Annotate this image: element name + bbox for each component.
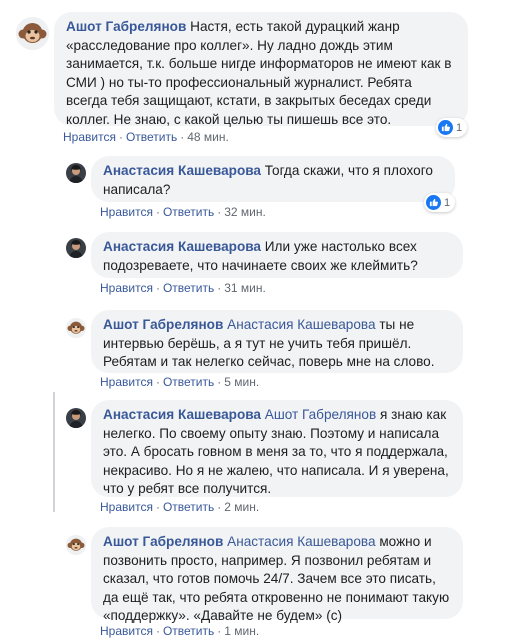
timestamp[interactable]: 5 мин. (224, 375, 259, 389)
monkey-avatar-icon (16, 17, 49, 50)
avatar-nastya[interactable] (66, 408, 86, 428)
author-name[interactable]: Анастасия Кашеварова (103, 239, 261, 254)
person-avatar-icon (66, 163, 86, 183)
monkey-avatar-icon (66, 535, 86, 555)
reaction-count[interactable]: 1 (436, 118, 468, 137)
avatar-ashot[interactable] (16, 17, 49, 50)
timestamp[interactable]: 2 мин. (224, 500, 259, 514)
comment-bubble: Анастасия Кашеварова Тогда скажи, что я … (91, 156, 455, 202)
reply-link[interactable]: Ответить (163, 205, 214, 219)
reaction-count[interactable]: 1 (424, 193, 456, 212)
comment-text: Настя, есть такой дурацкий жанр «расслед… (66, 19, 452, 127)
comment-actions: Нравится · Ответить · 32 мин. (100, 205, 266, 219)
timestamp[interactable]: 31 мин. (224, 281, 266, 295)
timestamp[interactable]: 1 мин. (224, 624, 259, 638)
author-name[interactable]: Ашот Габрелянов (66, 19, 186, 34)
mention-link[interactable]: Ашот Габрелянов (265, 407, 376, 422)
mention-link[interactable]: Анастасия Кашеварова (227, 317, 375, 332)
thread-indicator-line (53, 392, 55, 512)
comment-bubble: Ашот Габрелянов Настя, есть такой дурацк… (54, 12, 468, 127)
comment-actions: Нравится · Ответить · 2 мин. (100, 500, 260, 514)
author-name[interactable]: Анастасия Кашеварова (103, 163, 261, 178)
reply-link[interactable]: Ответить (126, 130, 177, 144)
reply-link[interactable]: Ответить (163, 624, 214, 638)
reaction-number: 1 (444, 196, 451, 209)
monkey-avatar-icon (66, 318, 86, 338)
author-name[interactable]: Ашот Габрелянов (103, 317, 223, 332)
like-link[interactable]: Нравится (100, 281, 153, 295)
reaction-number: 1 (456, 121, 463, 134)
comment-bubble: Анастасия Кашеварова Или уже настолько в… (91, 232, 463, 278)
like-link[interactable]: Нравится (100, 205, 153, 219)
author-name[interactable]: Анастасия Кашеварова (103, 407, 261, 422)
avatar-nastya[interactable] (66, 238, 86, 258)
comment-actions: Нравится · Ответить · 48 мин. (63, 130, 229, 144)
like-link[interactable]: Нравится (100, 624, 153, 638)
like-thumb-icon (426, 195, 441, 210)
timestamp[interactable]: 32 мин. (224, 205, 266, 219)
comment-bubble: Ашот Габрелянов Анастасия Кашеварова ты … (91, 310, 463, 373)
avatar-ashot[interactable] (66, 318, 86, 338)
comment-actions: Нравится · Ответить · 5 мин. (100, 375, 260, 389)
like-link[interactable]: Нравится (100, 375, 153, 389)
person-avatar-icon (66, 238, 86, 258)
avatar-ashot[interactable] (66, 535, 86, 555)
comment-bubble: Ашот Габрелянов Анастасия Кашеварова мож… (91, 527, 463, 623)
comment-actions: Нравится · Ответить · 31 мин. (100, 281, 266, 295)
like-thumb-icon (438, 120, 453, 135)
reply-link[interactable]: Ответить (163, 375, 214, 389)
reply-link[interactable]: Ответить (163, 500, 214, 514)
comment-bubble: Анастасия Кашеварова Ашот Габрелянов я з… (91, 400, 463, 497)
comment-actions: Нравится · Ответить · 1 мин. (100, 624, 260, 638)
person-avatar-icon (66, 408, 86, 428)
like-link[interactable]: Нравится (100, 500, 153, 514)
timestamp[interactable]: 48 мин. (187, 130, 229, 144)
author-name[interactable]: Ашот Габрелянов (103, 534, 223, 549)
mention-link[interactable]: Анастасия Кашеварова (227, 534, 375, 549)
like-link[interactable]: Нравится (63, 130, 116, 144)
avatar-nastya[interactable] (66, 163, 86, 183)
reply-link[interactable]: Ответить (163, 281, 214, 295)
